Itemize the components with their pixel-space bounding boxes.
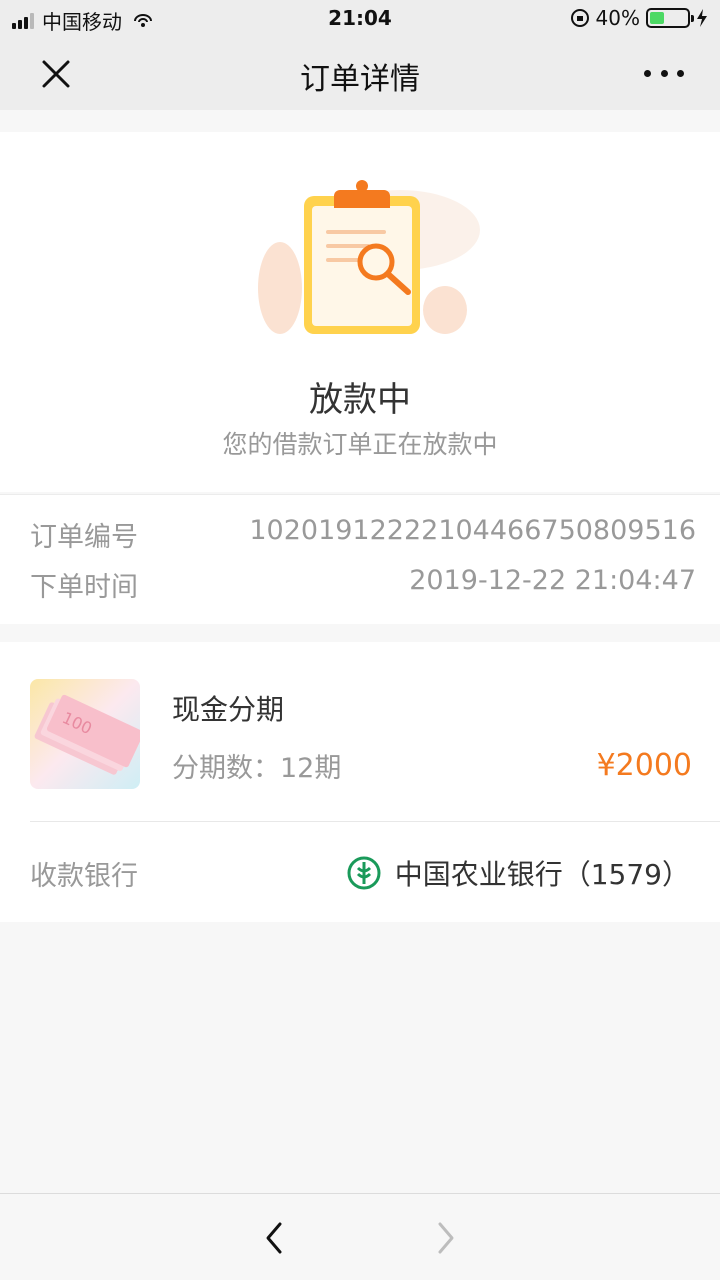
bank-name: 中国农业银行（1579） — [394, 858, 690, 891]
order-info: 订单编号 10201912222104466750809516 下单时间 201… — [0, 494, 720, 624]
forward-arrow-icon[interactable] — [430, 1218, 462, 1258]
nav-bar: 订单详情 — [0, 36, 720, 110]
status-section: 放款中 您的借款订单正在放款中 — [0, 132, 720, 492]
status-subtitle: 您的借款订单正在放款中 — [222, 430, 498, 459]
order-time-label: 下单时间 — [30, 572, 138, 603]
order-time-value: 2019-12-22 21:04:47 — [409, 565, 696, 596]
bank-value: 中国农业银行（1579） — [347, 853, 690, 893]
page-title: 订单详情 — [300, 62, 420, 97]
rotation-lock-icon — [570, 9, 589, 27]
installment-count: 分期数：12期 — [172, 753, 342, 784]
status-right: 40% — [570, 6, 708, 30]
status-title: 放款中 — [309, 380, 411, 420]
battery-percent: 40% — [595, 6, 640, 30]
charging-icon — [697, 9, 707, 27]
browser-toolbar — [0, 1193, 720, 1280]
order-number-row: 订单编号 10201912222104466750809516 — [30, 515, 696, 555]
product-name: 现金分期 — [172, 693, 285, 726]
battery-icon — [646, 8, 694, 28]
order-number-value: 10201912222104466750809516 — [249, 515, 696, 546]
back-arrow-icon[interactable] — [258, 1218, 290, 1258]
cash-banknotes-thumbnail: 100 — [30, 679, 140, 789]
divider — [30, 821, 720, 822]
product-price: ¥2000 — [596, 748, 692, 783]
agricultural-bank-logo-icon — [347, 856, 381, 890]
status-bar: 中国移动 21:04 40% — [0, 0, 720, 36]
clipboard-search-illustration — [258, 180, 480, 334]
order-number-label: 订单编号 — [30, 522, 138, 553]
product-section: 100 现金分期 分期数：12期 ¥2000 收款银行 中国农业银行（1579） — [0, 642, 720, 922]
order-time-row: 下单时间 2019-12-22 21:04:47 — [30, 565, 696, 605]
more-icon[interactable] — [644, 66, 684, 80]
bank-label: 收款银行 — [30, 861, 138, 892]
battery-fill — [650, 12, 665, 24]
